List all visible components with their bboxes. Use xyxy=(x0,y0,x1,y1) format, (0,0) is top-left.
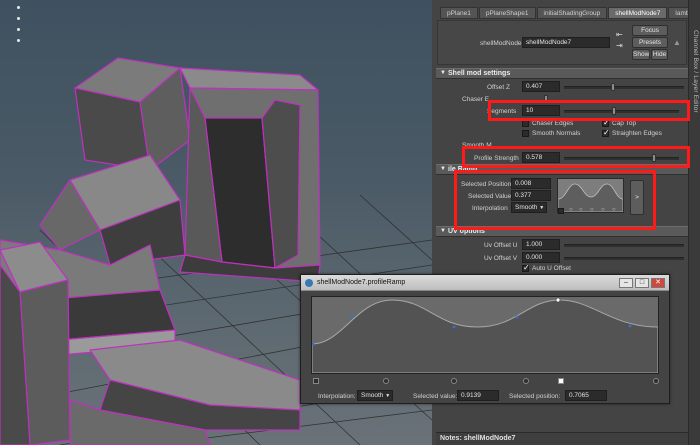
ramp-marker-icon[interactable] xyxy=(451,378,457,384)
collapse-triangle-icon: ▼ xyxy=(440,70,446,76)
ramp-curve xyxy=(311,297,659,374)
cap-top-label: Cap Top xyxy=(612,120,637,127)
viewport-dots xyxy=(17,6,21,50)
profile-ramp-window[interactable]: shellModNode7.profileRamp – □ ✕ Interpol… xyxy=(300,274,670,404)
uv-offset-v-slider[interactable] xyxy=(564,257,684,260)
max-icon[interactable]: □ xyxy=(635,278,649,288)
offset-z-slider[interactable] xyxy=(564,86,684,89)
presets-button[interactable]: Presets xyxy=(632,37,668,48)
tab-pplane1[interactable]: pPlane1 xyxy=(440,7,478,19)
straighten-edges-checkbox[interactable] xyxy=(602,128,610,137)
node-label: shellModNode: xyxy=(480,40,524,47)
uv-offset-u-label: Uv Offset U xyxy=(484,242,518,249)
uv-offset-u-slider[interactable] xyxy=(564,244,684,247)
offset-z-knob[interactable] xyxy=(611,83,615,91)
min-icon[interactable]: – xyxy=(619,278,633,288)
node-name-field[interactable]: shellModNode7 xyxy=(522,37,610,48)
notes-header[interactable]: Notes: shellModNode7 xyxy=(436,432,688,445)
uv-offset-u-field[interactable]: 1.000 xyxy=(522,239,560,250)
ramp-sel-pos-label: Selected position: xyxy=(509,393,561,400)
ramp-marker-icon[interactable] xyxy=(523,378,529,384)
highlight-profile-strength xyxy=(462,146,690,168)
maya-icon xyxy=(305,279,313,287)
straighten-edges-label: Straighten Edges xyxy=(612,130,662,137)
offset-z-label: Offset Z xyxy=(487,84,510,91)
side-strip[interactable]: Channel Box / Layer Editor xyxy=(688,0,700,445)
chaser-edges-checkbox[interactable] xyxy=(522,120,529,127)
smooth-normals-label: Smooth Normals xyxy=(532,130,581,137)
auto-u-offset-label: Auto U Offset xyxy=(532,265,571,272)
tab-shellmodnode7[interactable]: shellModNode7 xyxy=(608,7,668,19)
ramp-sel-value-label: Selected value: xyxy=(413,393,458,400)
show-button[interactable]: Show xyxy=(632,49,650,60)
uv-offset-v-label: Uv Offset V xyxy=(484,255,518,262)
hide-button[interactable]: Hide xyxy=(651,49,668,60)
ramp-interp-value: Smooth xyxy=(361,392,384,399)
ramp-markers xyxy=(313,378,659,386)
chaser-edges-label: Chaser Edges xyxy=(532,120,574,127)
smooth-normals-checkbox[interactable] xyxy=(522,130,529,137)
auto-u-offset-checkbox[interactable] xyxy=(522,263,530,272)
collapse-triangle-icon: ▼ xyxy=(440,166,446,172)
window-titlebar[interactable]: shellModNode7.profileRamp – □ ✕ xyxy=(301,275,669,291)
scroll-arrow-icon[interactable]: ▲ xyxy=(673,38,681,47)
tab-pplaneshape1[interactable]: pPlaneShape1 xyxy=(478,7,536,19)
side-strip-label: Channel Box / Layer Editor xyxy=(692,30,699,113)
uv-offset-v-field[interactable]: 0.000 xyxy=(522,252,560,263)
select-icon[interactable]: ⇤ xyxy=(616,30,623,39)
cap-top-checkbox[interactable] xyxy=(602,118,610,127)
output-icon[interactable]: ⇥ xyxy=(616,41,623,50)
ramp-interp-label: Interpolation: xyxy=(318,393,356,400)
chevron-down-icon: ▼ xyxy=(385,393,391,399)
ramp-sel-value-field[interactable]: 0.9139 xyxy=(457,390,499,401)
section-title: Shell mod settings xyxy=(448,70,511,77)
tab-initialshadinggroup[interactable]: initialShadingGroup xyxy=(536,7,608,19)
ramp-marker-selected-icon[interactable] xyxy=(558,378,564,384)
highlight-profile-ramp xyxy=(454,170,656,230)
ramp-marker-icon[interactable] xyxy=(653,378,659,384)
ramp-sel-pos-field[interactable]: 0.7065 xyxy=(565,390,607,401)
ramp-marker-icon[interactable] xyxy=(383,378,389,384)
close-icon[interactable]: ✕ xyxy=(651,278,665,288)
ramp-marker-icon[interactable] xyxy=(313,378,319,384)
chaser-label: Chaser E xyxy=(462,96,490,103)
focus-button[interactable]: Focus xyxy=(632,25,668,36)
ramp-interp-dropdown[interactable]: Smooth ▼ xyxy=(357,390,393,401)
collapse-triangle-icon: ▼ xyxy=(440,228,446,234)
window-title: shellModNode7.profileRamp xyxy=(317,279,406,286)
ramp-curve-canvas[interactable] xyxy=(311,296,659,374)
section-shell-mod-settings[interactable]: ▼ Shell mod settings xyxy=(436,68,688,79)
highlight-segments xyxy=(488,100,690,121)
offset-z-field[interactable]: 0.407 xyxy=(522,81,560,92)
ae-tabs: pPlane1 pPlaneShape1 initialShadingGroup… xyxy=(440,7,700,19)
